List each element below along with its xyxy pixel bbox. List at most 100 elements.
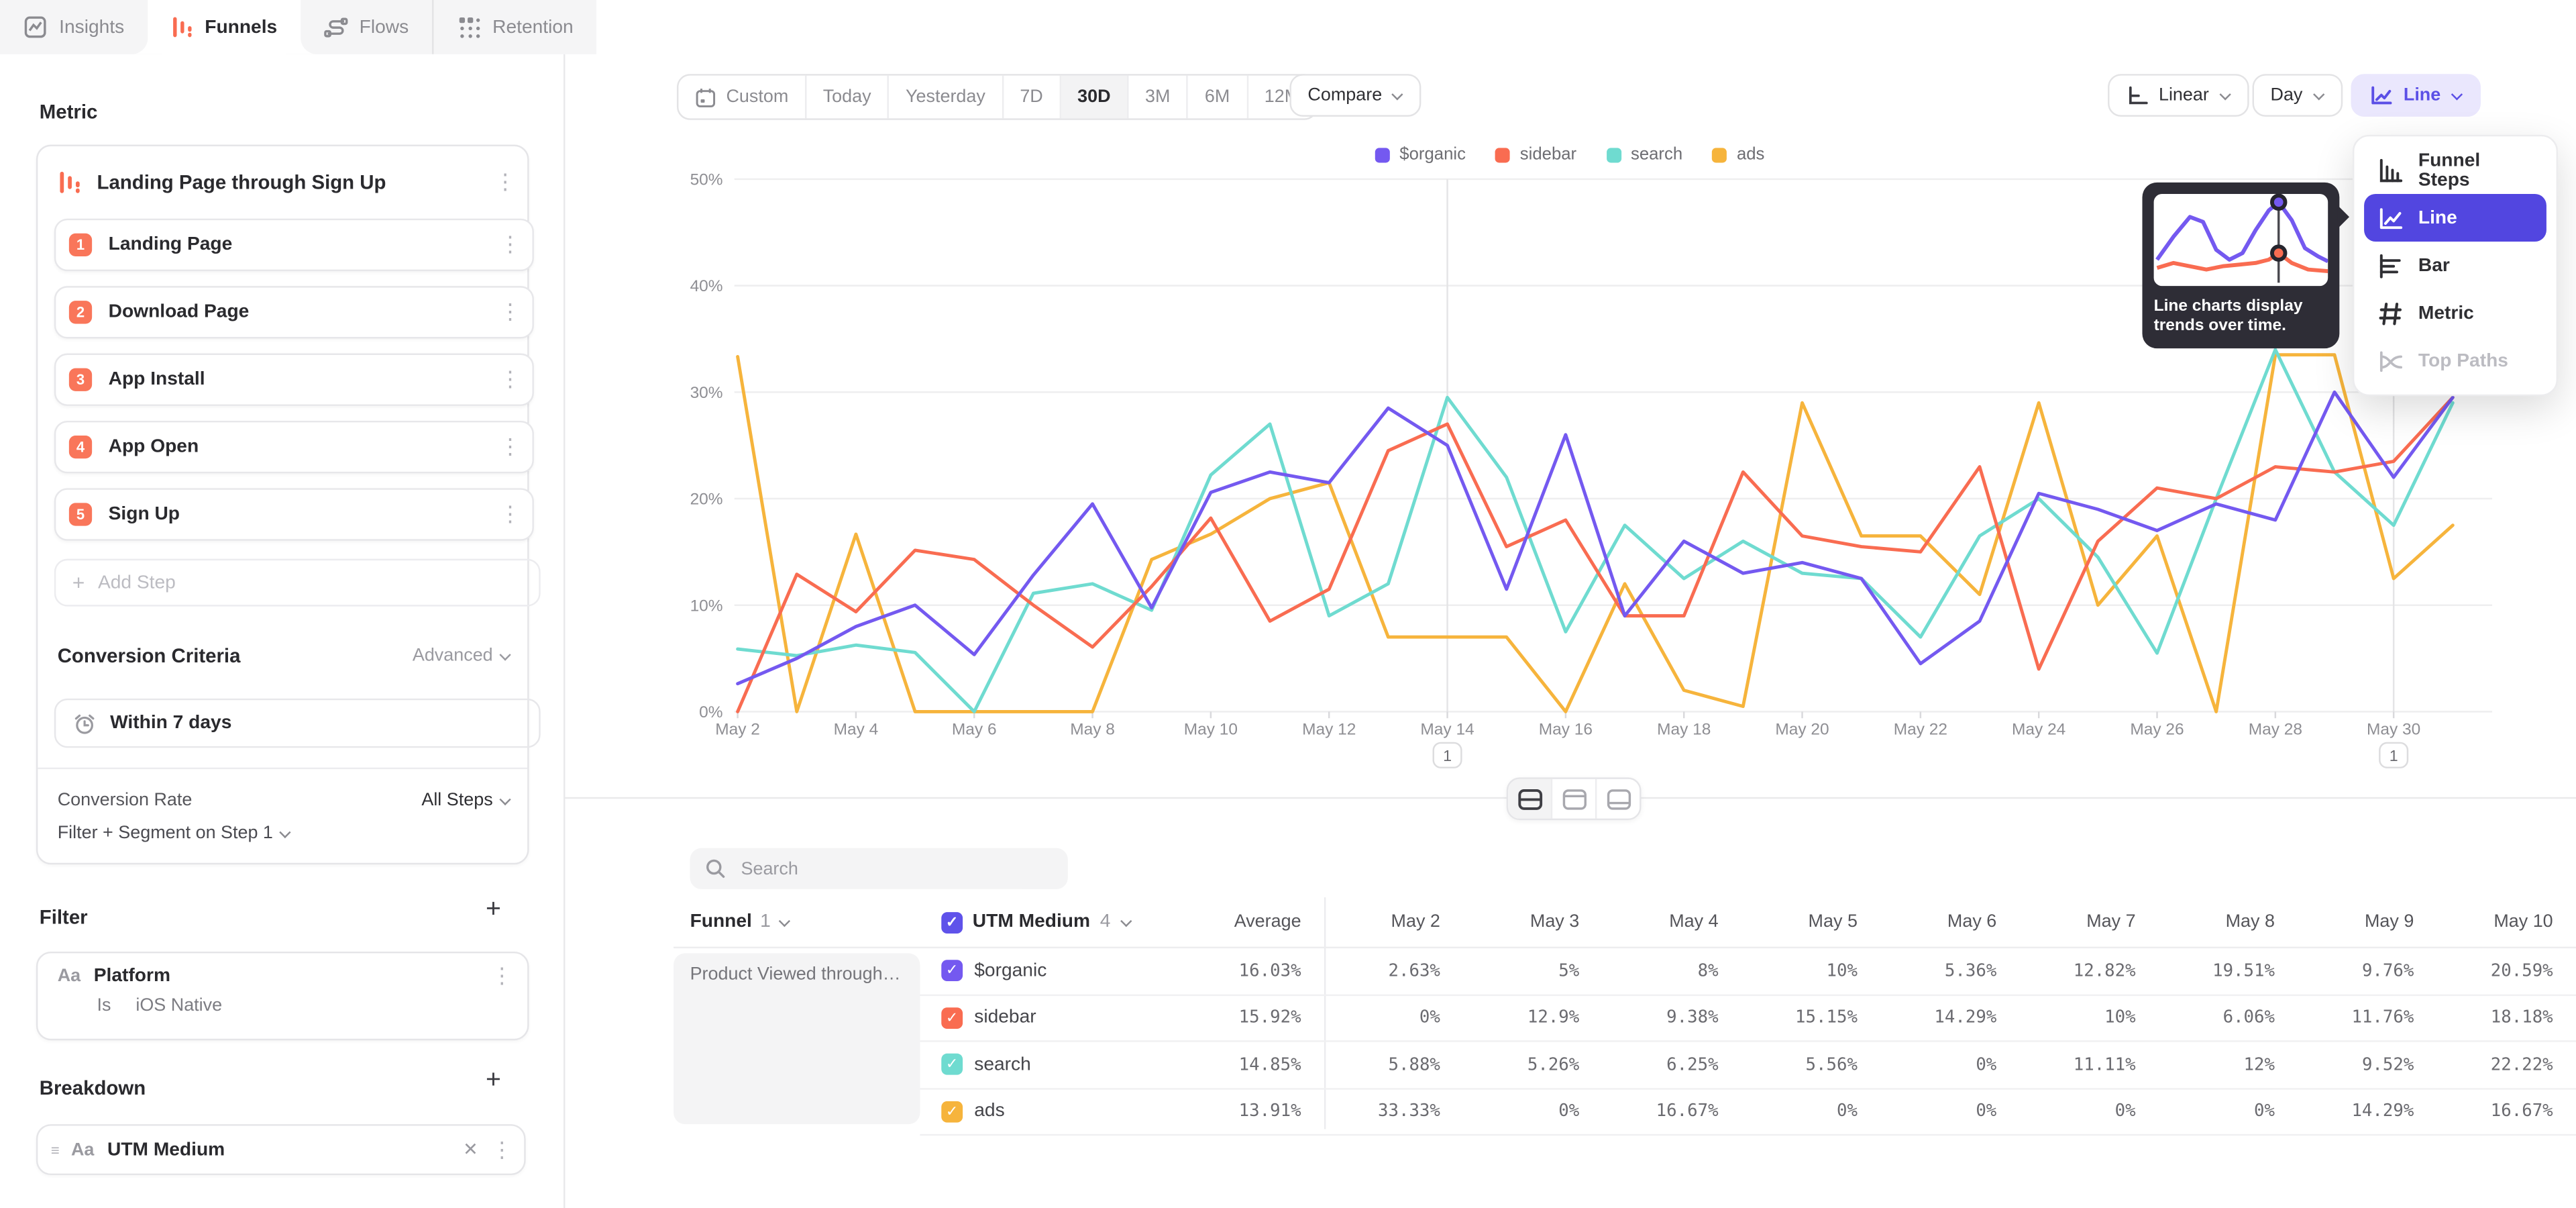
- funnel-step-4[interactable]: 4 App Open ⋮: [54, 421, 534, 473]
- average-column-header[interactable]: Average: [1208, 912, 1324, 932]
- segment-name: search: [974, 1055, 1031, 1074]
- advanced-dropdown[interactable]: Advanced: [413, 646, 511, 665]
- date-column-header[interactable]: May 6: [1880, 912, 2019, 932]
- cell-value: 0%: [2159, 1101, 2298, 1121]
- layout-table-only-button[interactable]: [1597, 779, 1640, 819]
- menu-item-line[interactable]: Line: [2364, 194, 2546, 242]
- tab-label: Insights: [59, 17, 124, 37]
- layout-chart-only-button[interactable]: [1552, 779, 1597, 819]
- step-kebab-menu[interactable]: ⋮: [499, 237, 519, 253]
- tab-funnels[interactable]: Funnels: [148, 0, 301, 54]
- all-steps-dropdown[interactable]: All Steps: [421, 791, 511, 810]
- range-custom[interactable]: Custom: [678, 76, 806, 119]
- step-kebab-menu[interactable]: ⋮: [499, 506, 519, 522]
- line-chart-preview: [2154, 194, 2328, 286]
- compare-button[interactable]: Compare: [1289, 74, 1421, 117]
- date-column-header[interactable]: May 9: [2298, 912, 2436, 932]
- funnel-group-cell[interactable]: Product Viewed through P...: [674, 953, 920, 1124]
- search-input[interactable]: [738, 857, 1053, 880]
- cell-value: 11.76%: [2298, 1008, 2436, 1027]
- table-row-search[interactable]: ✓search14.85%5.88%5.26%6.25%5.56%0%11.11…: [920, 1042, 2576, 1089]
- funnel-step-3[interactable]: 3 App Install ⋮: [54, 354, 534, 406]
- interval-dropdown[interactable]: Day: [2253, 74, 2343, 117]
- date-column-header[interactable]: May 2: [1324, 912, 1463, 932]
- cell-value: 12%: [2159, 1055, 2298, 1074]
- table-search[interactable]: [690, 848, 1068, 889]
- menu-item-top-paths: Top Paths: [2364, 337, 2546, 385]
- drag-handle-icon[interactable]: ≡: [51, 1142, 58, 1158]
- scale-dropdown[interactable]: Linear: [2108, 74, 2249, 117]
- filter-value[interactable]: iOS Native: [116, 996, 222, 1015]
- funnel-step-1[interactable]: 1 Landing Page ⋮: [54, 219, 534, 271]
- cell-value: 12.9%: [1463, 1008, 1602, 1027]
- svg-text:May 16: May 16: [1539, 721, 1593, 739]
- range-yesterday[interactable]: Yesterday: [890, 76, 1004, 119]
- cell-value: 12.82%: [2020, 961, 2159, 980]
- funnel-kebab-menu[interactable]: ⋮: [494, 174, 514, 191]
- filter-card[interactable]: Aa Platform ⋮ Is iOS Native: [36, 952, 529, 1040]
- remove-breakdown-icon[interactable]: ✕: [463, 1139, 478, 1160]
- svg-text:May 22: May 22: [1894, 721, 1947, 739]
- range-30d[interactable]: 30D: [1061, 76, 1129, 119]
- table-row-organic[interactable]: ✓$organic16.03%2.63%5%8%10%5.36%12.82%19…: [920, 948, 2576, 995]
- range-6m[interactable]: 6M: [1188, 76, 1248, 119]
- svg-text:1: 1: [1443, 747, 1452, 764]
- date-column-header[interactable]: May 5: [1741, 912, 1880, 932]
- insights-icon: [23, 15, 48, 40]
- conversion-window[interactable]: Within 7 days: [54, 699, 541, 748]
- breakdown-card[interactable]: ≡ Aa UTM Medium ✕ ⋮: [36, 1124, 526, 1175]
- menu-item-bar[interactable]: Bar: [2364, 242, 2546, 289]
- table-row-sidebar[interactable]: ✓sidebar15.92%0%12.9%9.38%15.15%14.29%10…: [920, 995, 2576, 1042]
- row-checkbox[interactable]: ✓: [941, 1054, 963, 1075]
- breakdown-column-header[interactable]: ✓ UTM Medium 4: [920, 911, 1208, 933]
- filter-kebab-menu[interactable]: ⋮: [491, 968, 511, 984]
- tab-flows[interactable]: Flows: [301, 0, 432, 54]
- range-today[interactable]: Today: [806, 76, 889, 119]
- menu-item-funnel-steps[interactable]: Funnel Steps: [2364, 146, 2546, 194]
- menu-item-metric[interactable]: Metric: [2364, 289, 2546, 337]
- funnel-column-header[interactable]: Funnel 1: [674, 912, 920, 932]
- date-column-header[interactable]: May 10: [2437, 912, 2576, 932]
- step-kebab-menu[interactable]: ⋮: [499, 304, 519, 320]
- row-checkbox[interactable]: ✓: [941, 1007, 963, 1029]
- range-3m[interactable]: 3M: [1129, 76, 1189, 119]
- svg-text:40%: 40%: [690, 277, 723, 295]
- tab-label: Retention: [492, 17, 574, 37]
- svg-text:30%: 30%: [690, 384, 723, 402]
- row-checkbox[interactable]: ✓: [941, 960, 963, 982]
- add-step-button[interactable]: + Add Step: [54, 559, 541, 607]
- filter-segment-dropdown[interactable]: Filter + Segment on Step 1: [58, 823, 291, 843]
- flows-icon: [323, 15, 348, 40]
- filter-operator[interactable]: Is: [97, 996, 111, 1015]
- chevron-down-icon: [499, 793, 511, 805]
- range-7d[interactable]: 7D: [1004, 76, 1061, 119]
- date-column-header[interactable]: May 8: [2159, 912, 2298, 932]
- funnel-step-5[interactable]: 5 Sign Up ⋮: [54, 488, 534, 540]
- tab-insights[interactable]: Insights: [0, 0, 148, 54]
- layout-split-button[interactable]: [1508, 779, 1552, 819]
- plus-icon: +: [72, 570, 85, 595]
- funnel-step-2[interactable]: 2 Download Page ⋮: [54, 286, 534, 338]
- select-all-checkbox[interactable]: ✓: [941, 911, 963, 933]
- date-column-header[interactable]: May 3: [1463, 912, 1602, 932]
- date-column-header[interactable]: May 4: [1603, 912, 1741, 932]
- line-icon: [2377, 205, 2404, 231]
- cell-value: 5.26%: [1463, 1055, 1602, 1074]
- table-row-ads[interactable]: ✓ads13.91%33.33%0%16.67%0%0%0%0%14.29%16…: [920, 1089, 2576, 1136]
- date-range-group: CustomTodayYesterday7D30D3M6M12M: [677, 74, 1318, 120]
- add-breakdown-button[interactable]: +: [486, 1070, 501, 1093]
- step-kebab-menu[interactable]: ⋮: [499, 371, 519, 387]
- chart-type-dropdown[interactable]: Line: [2351, 74, 2480, 117]
- svg-text:May 30: May 30: [2367, 721, 2420, 739]
- tooltip-arrow: [2338, 205, 2349, 228]
- cell-value: 5.56%: [1741, 1055, 1880, 1074]
- cell-value: 6.25%: [1603, 1055, 1741, 1074]
- add-filter-button[interactable]: +: [486, 899, 501, 922]
- breakdown-kebab-menu[interactable]: ⋮: [491, 1142, 511, 1158]
- row-checkbox[interactable]: ✓: [941, 1101, 963, 1122]
- cell-value: 0%: [1463, 1101, 1602, 1121]
- step-kebab-menu[interactable]: ⋮: [499, 439, 519, 455]
- date-column-header[interactable]: May 7: [2020, 912, 2159, 932]
- tab-retention[interactable]: Retention: [432, 0, 596, 54]
- table-header-row: Funnel 1 ✓ UTM Medium 4 Average May 2May…: [674, 897, 2576, 948]
